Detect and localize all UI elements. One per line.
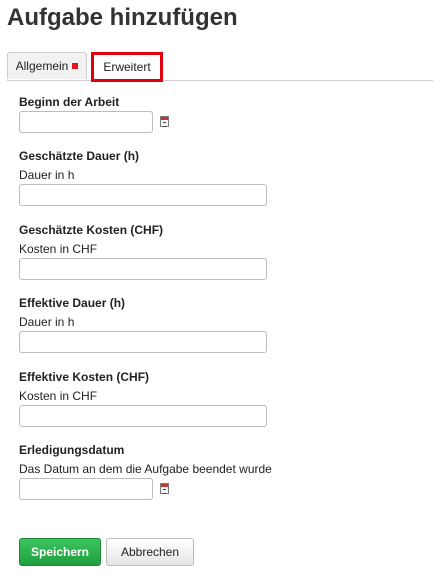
erledigungsdatum-hint: Das Datum an dem die Aufgabe beendet wur… bbox=[19, 462, 272, 476]
tab-allgemein-label: Allgemein bbox=[15, 59, 69, 73]
beginn-date-input[interactable] bbox=[19, 111, 153, 133]
geschaetzte-kosten-hint: Kosten in CHF bbox=[19, 242, 98, 256]
field-geschaetzte-dauer: Geschätzte Dauer (h) Dauer in h bbox=[19, 148, 139, 183]
geschaetzte-dauer-hint: Dauer in h bbox=[19, 168, 75, 182]
effektive-dauer-input[interactable] bbox=[19, 331, 267, 353]
save-button[interactable]: Speichern bbox=[19, 538, 101, 566]
tab-bar: Allgemein Erweitert bbox=[7, 52, 433, 82]
field-effektive-kosten: Effektive Kosten (CHF) Kosten in CHF bbox=[19, 369, 149, 404]
beginn-label: Beginn der Arbeit bbox=[19, 95, 120, 109]
field-erledigungsdatum: Erledigungsdatum Das Datum an dem die Au… bbox=[19, 442, 272, 477]
calendar-icon[interactable] bbox=[160, 116, 169, 127]
geschaetzte-kosten-label: Geschätzte Kosten (CHF) bbox=[19, 223, 164, 237]
field-effektive-dauer: Effektive Dauer (h) Dauer in h bbox=[19, 295, 125, 330]
tab-erweitert[interactable]: Erweitert bbox=[91, 52, 163, 82]
field-beginn: Beginn der Arbeit bbox=[19, 94, 119, 110]
error-marker-icon bbox=[72, 63, 79, 69]
geschaetzte-dauer-input[interactable] bbox=[19, 184, 267, 206]
cancel-button[interactable]: Abbrechen bbox=[106, 538, 194, 566]
field-geschaetzte-kosten: Geschätzte Kosten (CHF) Kosten in CHF bbox=[19, 222, 163, 257]
effektive-dauer-hint: Dauer in h bbox=[19, 315, 75, 329]
geschaetzte-kosten-input[interactable] bbox=[19, 258, 267, 280]
erledigungsdatum-label: Erledigungsdatum bbox=[19, 443, 125, 457]
effektive-kosten-label: Effektive Kosten (CHF) bbox=[19, 370, 150, 384]
tab-erweitert-label: Erweitert bbox=[103, 60, 151, 74]
page-title: Aufgabe hinzufügen bbox=[7, 4, 238, 31]
erledigungsdatum-date-input[interactable] bbox=[19, 478, 153, 500]
effektive-dauer-label: Effektive Dauer (h) bbox=[19, 296, 126, 310]
calendar-icon[interactable] bbox=[160, 483, 169, 494]
effektive-kosten-input[interactable] bbox=[19, 405, 267, 427]
geschaetzte-dauer-label: Geschätzte Dauer (h) bbox=[19, 149, 140, 163]
tab-allgemein[interactable]: Allgemein bbox=[7, 52, 87, 79]
effektive-kosten-hint: Kosten in CHF bbox=[19, 389, 98, 403]
